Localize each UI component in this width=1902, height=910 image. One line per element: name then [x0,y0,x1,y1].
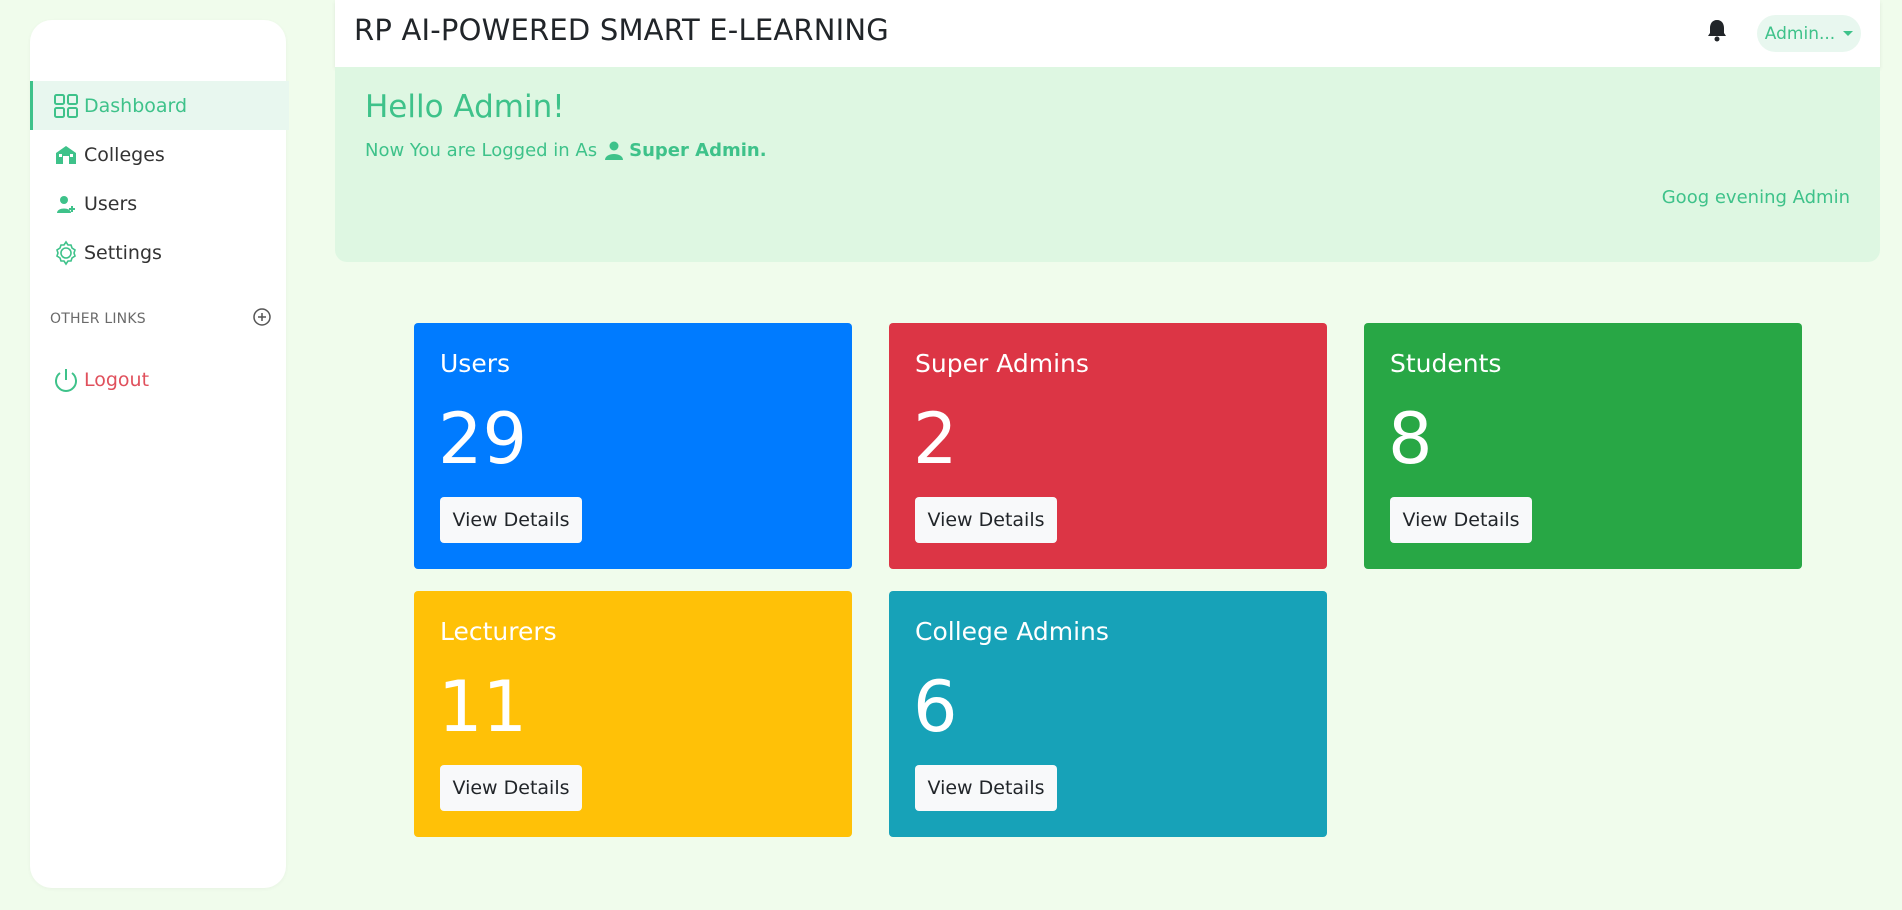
top-navbar: RP AI-POWERED SMART E-LEARNING Admin... [335,0,1880,67]
sidebar-item-dashboard[interactable]: Dashboard [30,81,289,130]
sidebar-item-label: Settings [84,241,162,264]
caret-down-icon [1843,31,1854,36]
logged-in-as: Now You are Logged in As Super Admin. [365,139,767,161]
grid-icon [52,92,80,120]
view-details-button[interactable]: View Details [1390,497,1532,543]
card-title: Super Admins [915,349,1089,378]
building-icon [52,141,80,169]
card-count: 6 [913,666,958,748]
greeting-text: Goog evening Admin [1661,187,1850,208]
notification-bell-icon[interactable] [1705,17,1729,43]
view-details-button[interactable]: View Details [915,497,1057,543]
view-details-button[interactable]: View Details [915,765,1057,811]
logout-label: Logout [84,368,150,391]
add-link-icon[interactable] [252,307,272,331]
logout-link[interactable]: Logout [30,355,286,404]
stat-card-lecturers: Lecturers 11 View Details [414,591,852,837]
card-title: Users [440,349,511,378]
stat-card-college-admins: College Admins 6 View Details [889,591,1327,837]
card-count: 2 [913,398,958,480]
sidebar-item-label: Users [84,192,138,215]
sidebar-item-label: Colleges [84,143,165,166]
power-icon [52,366,80,394]
view-details-button[interactable]: View Details [440,497,582,543]
user-icon [603,139,625,161]
sidebar-item-users[interactable]: Users [30,179,286,228]
welcome-heading: Hello Admin! [365,89,565,125]
app-title: RP AI-POWERED SMART E-LEARNING [354,13,889,47]
sidebar: Dashboard Colleges Users Settings OTHER … [30,20,289,888]
view-details-button[interactable]: View Details [440,765,582,811]
card-count: 11 [438,666,528,748]
sidebar-item-settings[interactable]: Settings [30,228,286,277]
stat-card-students: Students 8 View Details [1364,323,1802,569]
role-label: Super Admin. [629,139,767,161]
other-links-header: OTHER LINKS [50,308,272,330]
user-menu-label: Admin... [1764,23,1836,44]
card-count: 29 [438,398,528,480]
card-title: College Admins [915,617,1109,646]
stat-card-users: Users 29 View Details [414,323,852,569]
sidebar-item-label: Dashboard [84,94,188,117]
user-plus-icon [52,190,80,218]
stat-card-super-admins: Super Admins 2 View Details [889,323,1327,569]
logged-prefix: Now You are Logged in As [365,139,598,161]
card-title: Lecturers [440,617,557,646]
card-title: Students [1390,349,1502,378]
other-links-label: OTHER LINKS [50,311,146,327]
user-menu-dropdown[interactable]: Admin... [1757,15,1861,52]
sidebar-item-colleges[interactable]: Colleges [30,130,286,179]
card-count: 8 [1388,398,1433,480]
gear-icon [52,239,80,267]
welcome-panel: Hello Admin! Now You are Logged in As Su… [335,67,1880,262]
